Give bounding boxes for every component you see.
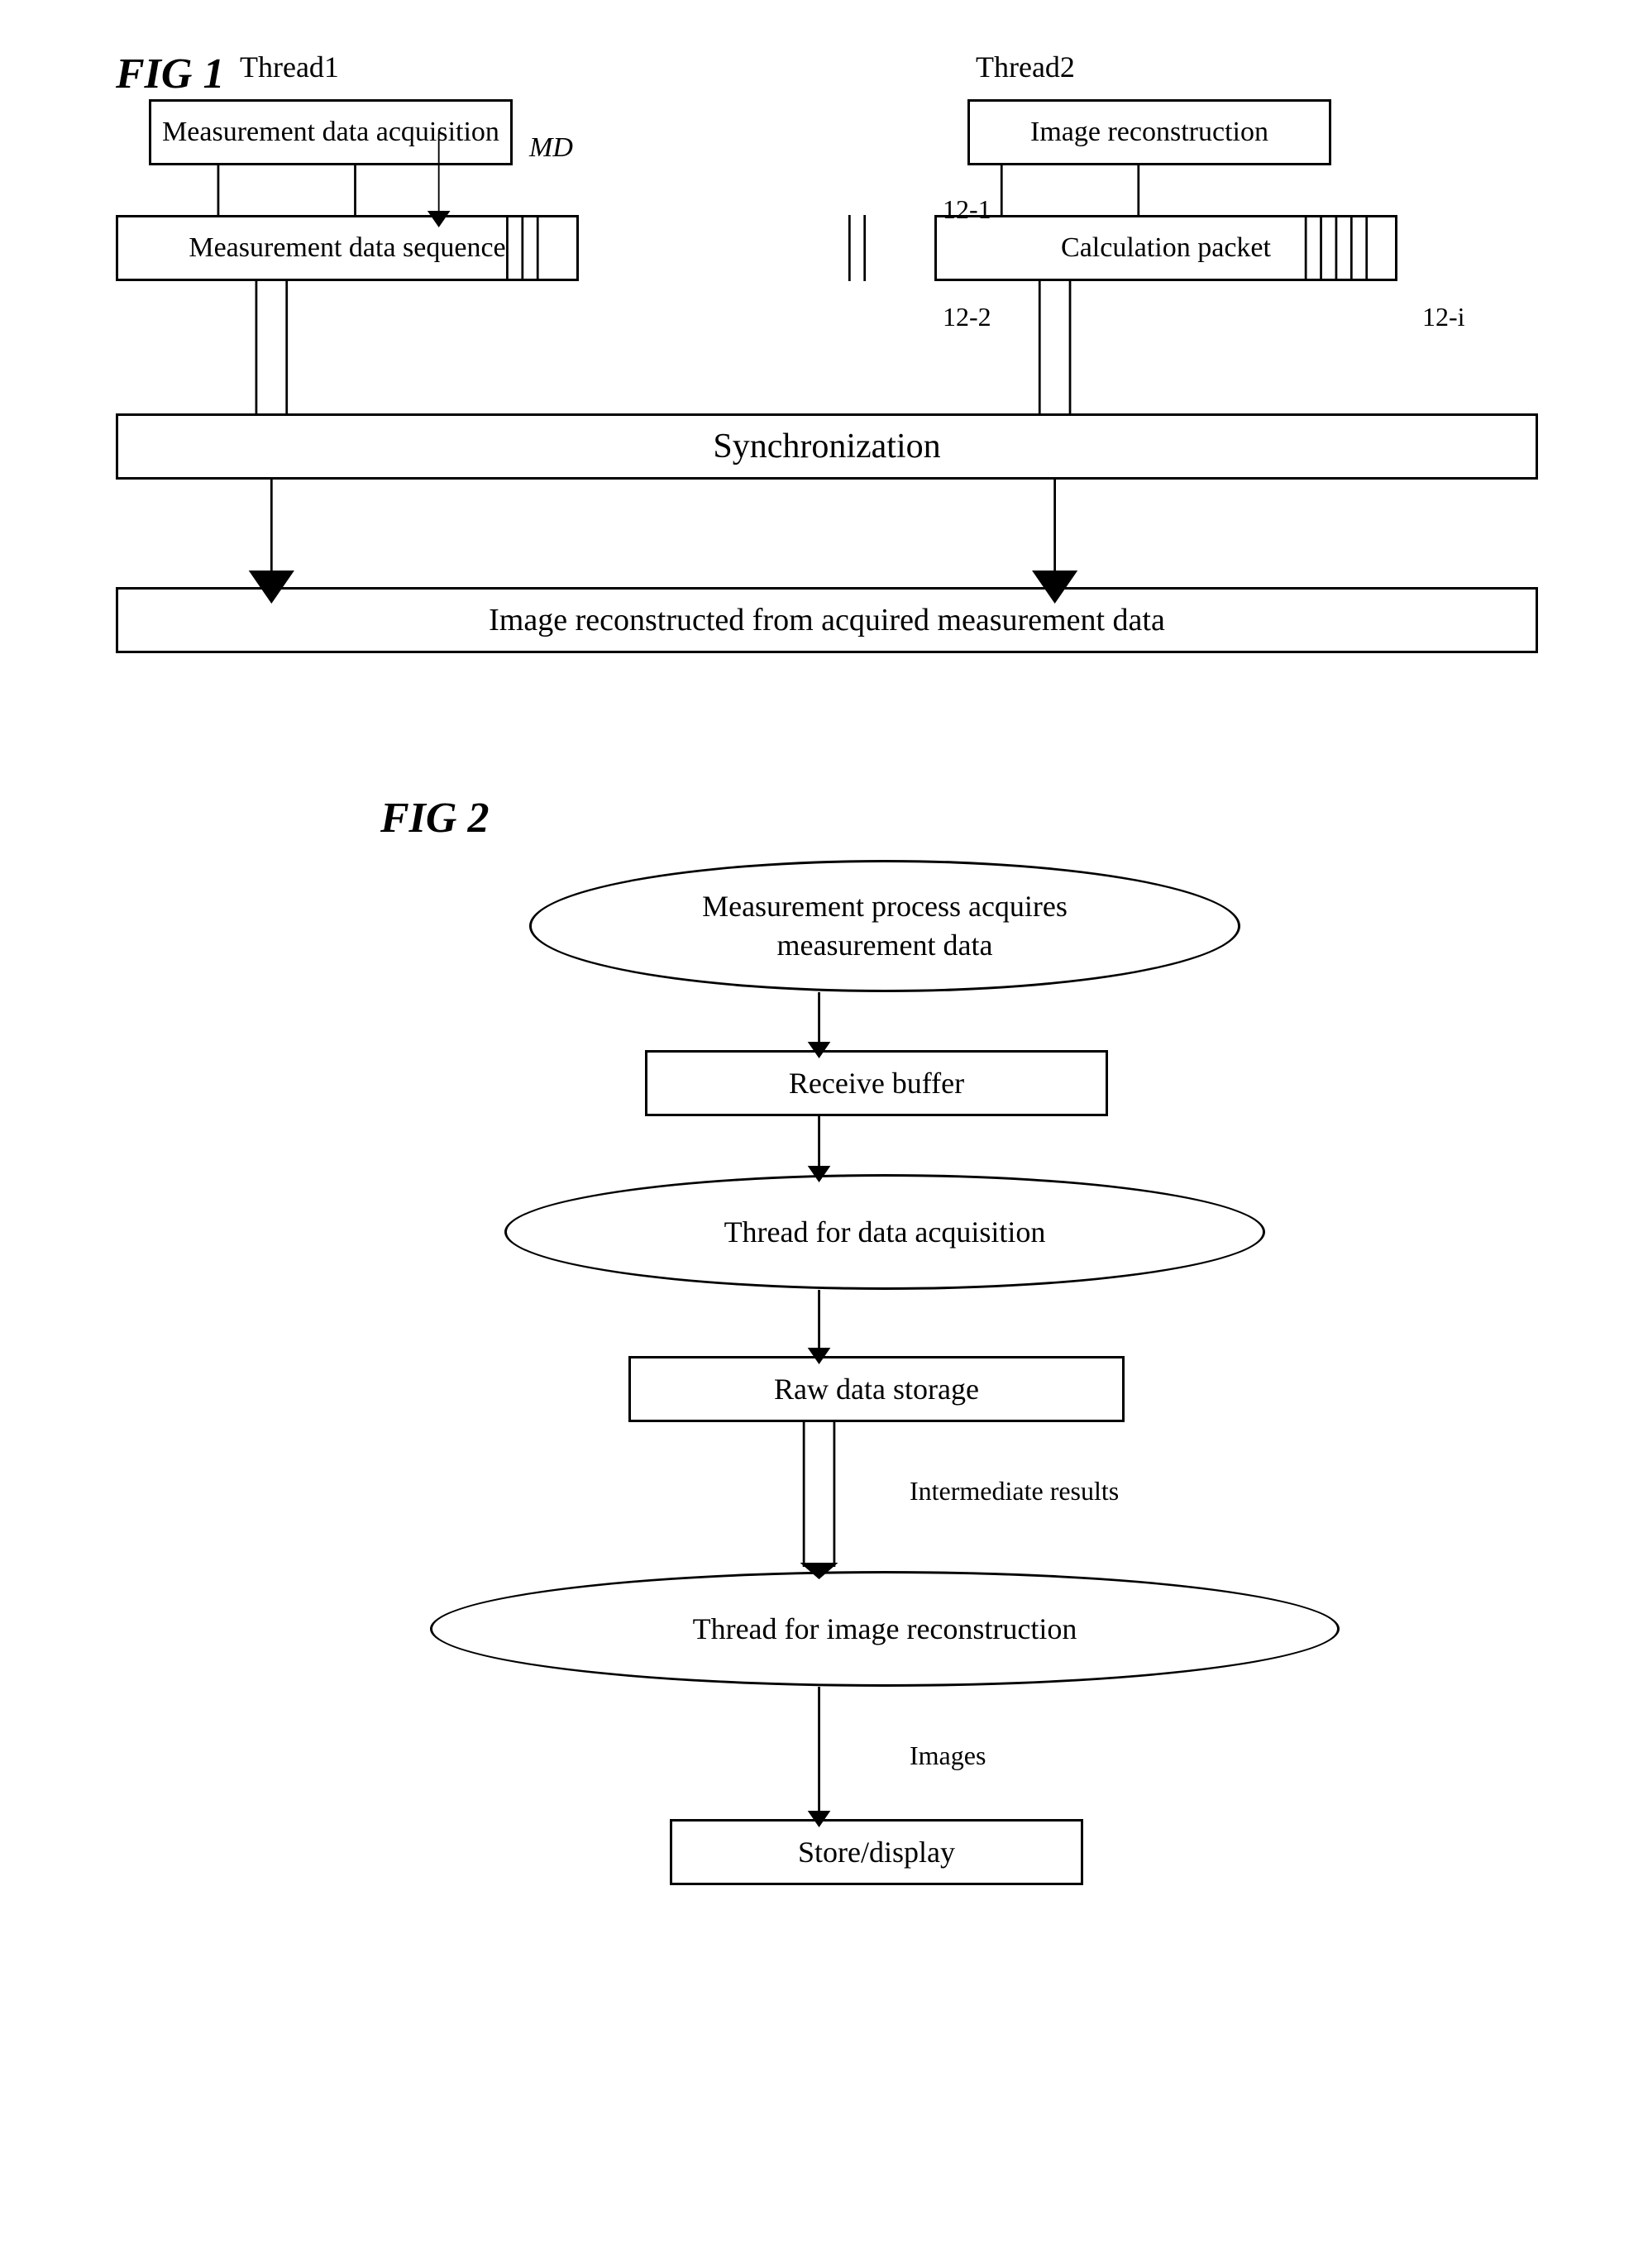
- thread2-label: Thread2: [976, 50, 1075, 84]
- fig2-connectors: [66, 794, 1582, 2117]
- thread1-label: Thread1: [240, 50, 339, 84]
- mda-box: Measurement data acquisition: [149, 99, 513, 165]
- images-label: Images: [910, 1740, 986, 1771]
- sync-box: Synchronization: [116, 413, 1538, 480]
- refi-label: 12-i: [1422, 302, 1465, 332]
- fig2-diagram: FIG 2 Measurement process acquires measu…: [66, 794, 1582, 2117]
- fig2-label: FIG 2: [380, 794, 489, 843]
- page: FIG 1 Thread1 Thread2 Measurement data a…: [0, 0, 1648, 2268]
- ref2-label: 12-2: [943, 302, 991, 332]
- fig1-diagram: FIG 1 Thread1 Thread2 Measurement data a…: [66, 50, 1582, 728]
- imr-box: Image reconstructed from acquired measur…: [116, 587, 1538, 653]
- mds-box: Measurement data sequence: [116, 215, 579, 281]
- rect-raw-data: Raw data storage: [628, 1356, 1125, 1422]
- cp-box: Calculation packet: [934, 215, 1397, 281]
- md-label: MD: [529, 132, 573, 164]
- rect-store-display: Store/display: [670, 1819, 1083, 1885]
- ir-box: Image reconstruction: [967, 99, 1331, 165]
- ellipse-measurement-process: Measurement process acquires measurement…: [529, 860, 1240, 992]
- ellipse-thread-acquisition: Thread for data acquisition: [504, 1174, 1265, 1290]
- fig1-label: FIG 1: [116, 50, 224, 98]
- ellipse-thread-reconstruction: Thread for image reconstruction: [430, 1571, 1340, 1687]
- intermediate-results-label: Intermediate results: [910, 1476, 1119, 1506]
- ref1-label: 12-1: [943, 194, 991, 225]
- rect-receive-buffer: Receive buffer: [645, 1050, 1108, 1116]
